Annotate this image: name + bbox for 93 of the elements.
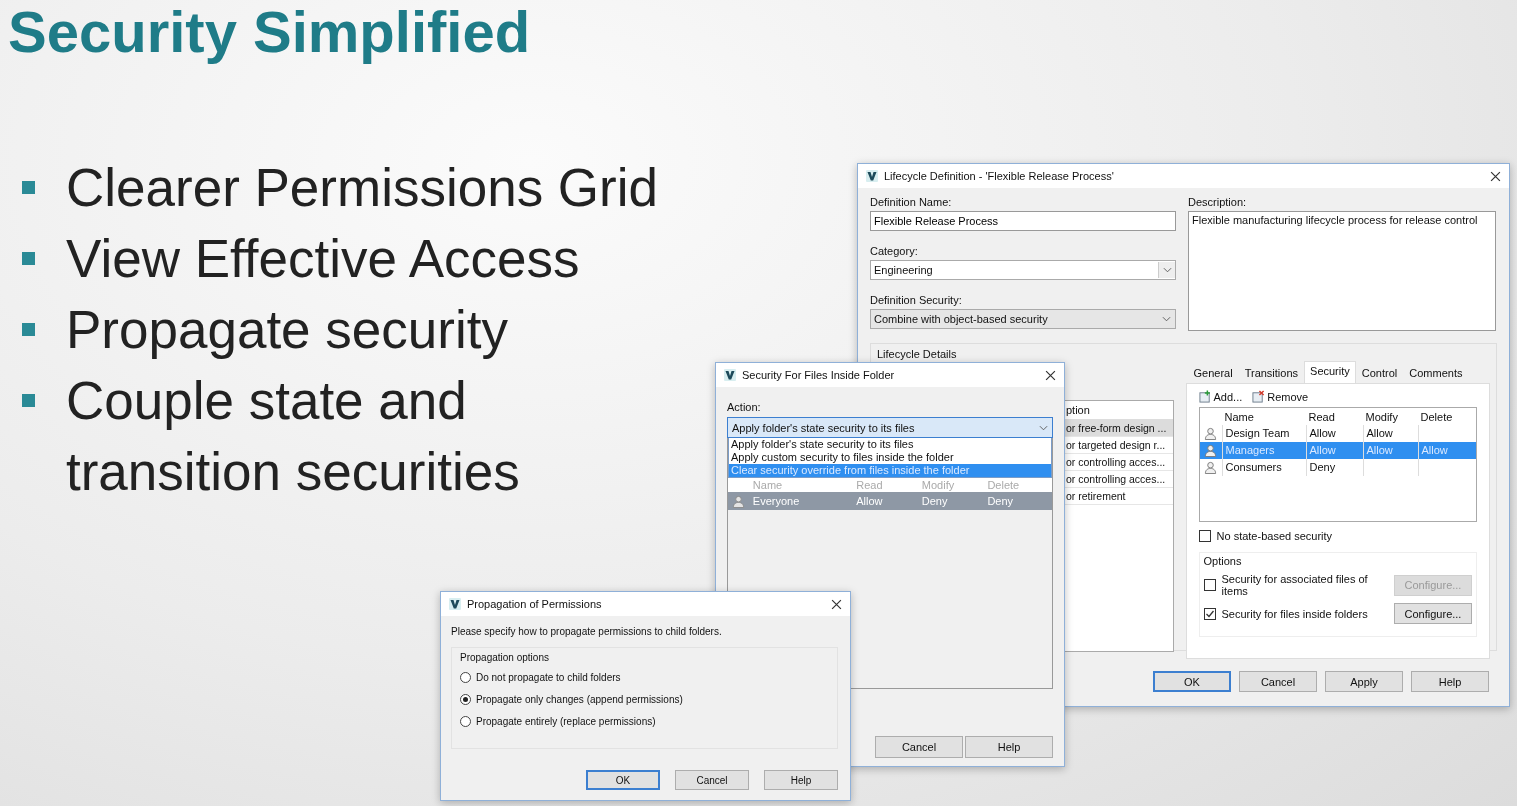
table-cell-text: Allow [855, 495, 884, 507]
bullet-text: Clearer Permissions Grid [66, 157, 659, 219]
group-label: Propagation options [460, 652, 550, 663]
name-field[interactable]: Flexible Release Process [870, 211, 1176, 231]
user-icon [1204, 461, 1217, 474]
dialog-button[interactable]: OK [586, 770, 660, 790]
logo-icon [449, 598, 461, 610]
radio-label: Do not propagate to child folders [476, 672, 621, 683]
table-cell: Allow [1309, 427, 1336, 439]
tab[interactable]: Control [1355, 363, 1404, 383]
close-icon[interactable] [1045, 369, 1056, 381]
bullet-text: Propagate security [66, 299, 509, 361]
bullet-text: Couple state and transition securities [66, 370, 521, 503]
group-label: Options [1203, 555, 1243, 567]
table-cell: Allow [1421, 444, 1448, 456]
configure-button[interactable]: Configure... [1394, 603, 1472, 624]
column-header: Name [751, 479, 784, 491]
field-label: Definition Security: [870, 294, 963, 306]
caret-icon [1162, 267, 1172, 273]
table-cell: Allow [1366, 444, 1393, 456]
column-header: Name [1223, 410, 1255, 423]
grid-row[interactable]: Consumers Deny [1199, 459, 1476, 476]
dialog-button[interactable]: Cancel [875, 736, 963, 758]
user-icon [1204, 444, 1217, 457]
remove-icon [1252, 390, 1266, 403]
radio-button[interactable] [460, 694, 471, 705]
column-header: Modify [920, 479, 956, 491]
dialog-button[interactable]: OK [1153, 671, 1231, 692]
dialog-button[interactable]: Help [1411, 671, 1489, 692]
slide-title: Security Simplified [7, 0, 531, 62]
bullet-icon [22, 394, 35, 407]
caret-icon [1039, 424, 1048, 431]
radio-button[interactable] [460, 672, 471, 683]
field-label: Category: [870, 245, 919, 257]
group-label: Lifecycle Details [877, 348, 958, 360]
column-header: Delete [1419, 410, 1454, 423]
tab[interactable]: Transitions [1238, 363, 1305, 383]
column-header: Read [1307, 410, 1336, 423]
field-label: Definition Name: [870, 196, 953, 208]
table-cell: Managers [1221, 442, 1306, 459]
radio-label: Propagate only changes (append permissions) [476, 694, 683, 705]
table-cell: Consumers [1221, 459, 1306, 476]
checkbox[interactable] [1198, 530, 1211, 542]
checkbox-label: No state-based security [1216, 530, 1333, 542]
bullet-icon [22, 323, 35, 336]
table-cell-text: Deny [986, 495, 1015, 507]
close-icon[interactable] [1490, 170, 1501, 182]
dropdown-option[interactable]: Apply custom security to files inside the folder [729, 451, 1051, 464]
bullet-icon [22, 252, 35, 265]
user-icon [732, 494, 746, 508]
window-title: Lifecycle Definition - 'Flexible Release Process' [884, 170, 1115, 182]
instruction-text: Please specify how to propagate permissions to child folders. [451, 626, 723, 637]
checkbox[interactable] [1203, 607, 1216, 620]
column-header: Delete [986, 479, 1021, 491]
category-dropdown[interactable]: Engineering [870, 260, 1176, 280]
radio-label: Propagate entirely (replace permissions) [476, 716, 656, 727]
tab[interactable]: General [1187, 363, 1239, 383]
checkbox[interactable] [1203, 579, 1216, 591]
window-title: Security For Files Inside Folder [742, 369, 896, 381]
checkbox-label: Security for associated files of items [1221, 573, 1369, 597]
toolbar-button[interactable]: Remove [1252, 390, 1309, 403]
add-icon [1198, 390, 1212, 403]
tab[interactable]: Security [1304, 361, 1356, 383]
bullet-text: View Effective Access [66, 228, 581, 290]
caret-icon [1162, 316, 1171, 322]
bullet-icon [22, 181, 35, 194]
table-cell: Allow [1309, 444, 1336, 456]
checkbox-label: Security for files inside folders [1221, 607, 1369, 620]
logo-icon [724, 369, 736, 381]
dialog-button[interactable]: Help [965, 736, 1053, 758]
dropdown-option[interactable]: Apply folder's state security to its files [729, 438, 1051, 451]
action-dropdown[interactable]: Apply folder's state security to its files [727, 417, 1053, 438]
table-cell: Allow [1366, 427, 1393, 439]
column-header: Modify [1364, 410, 1399, 423]
user-icon [1204, 427, 1217, 440]
table-cell-text: Everyone [751, 495, 801, 507]
radio-button[interactable] [460, 716, 471, 727]
window-title: Propagation of Permissions [467, 598, 603, 610]
logo-icon [866, 170, 878, 182]
tab[interactable]: Comments [1403, 363, 1469, 383]
column-header: Read [855, 479, 884, 491]
dialog-button[interactable]: Help [764, 770, 838, 790]
table-cell: Deny [1309, 461, 1336, 473]
security-dropdown[interactable]: Combine with object-based security [870, 309, 1176, 329]
dialog-button[interactable]: Cancel [675, 770, 749, 790]
close-icon[interactable] [831, 598, 842, 610]
dialog-button[interactable]: Apply [1325, 671, 1403, 692]
field-label: Action: [727, 401, 762, 413]
field-label: Description: [1188, 196, 1248, 208]
description-field[interactable]: Flexible manufacturing lifecycle process for release control [1188, 211, 1496, 331]
toolbar-button[interactable]: Add... [1198, 390, 1243, 403]
dialog-button[interactable]: Cancel [1239, 671, 1317, 692]
table-cell-text: Deny [920, 495, 949, 507]
